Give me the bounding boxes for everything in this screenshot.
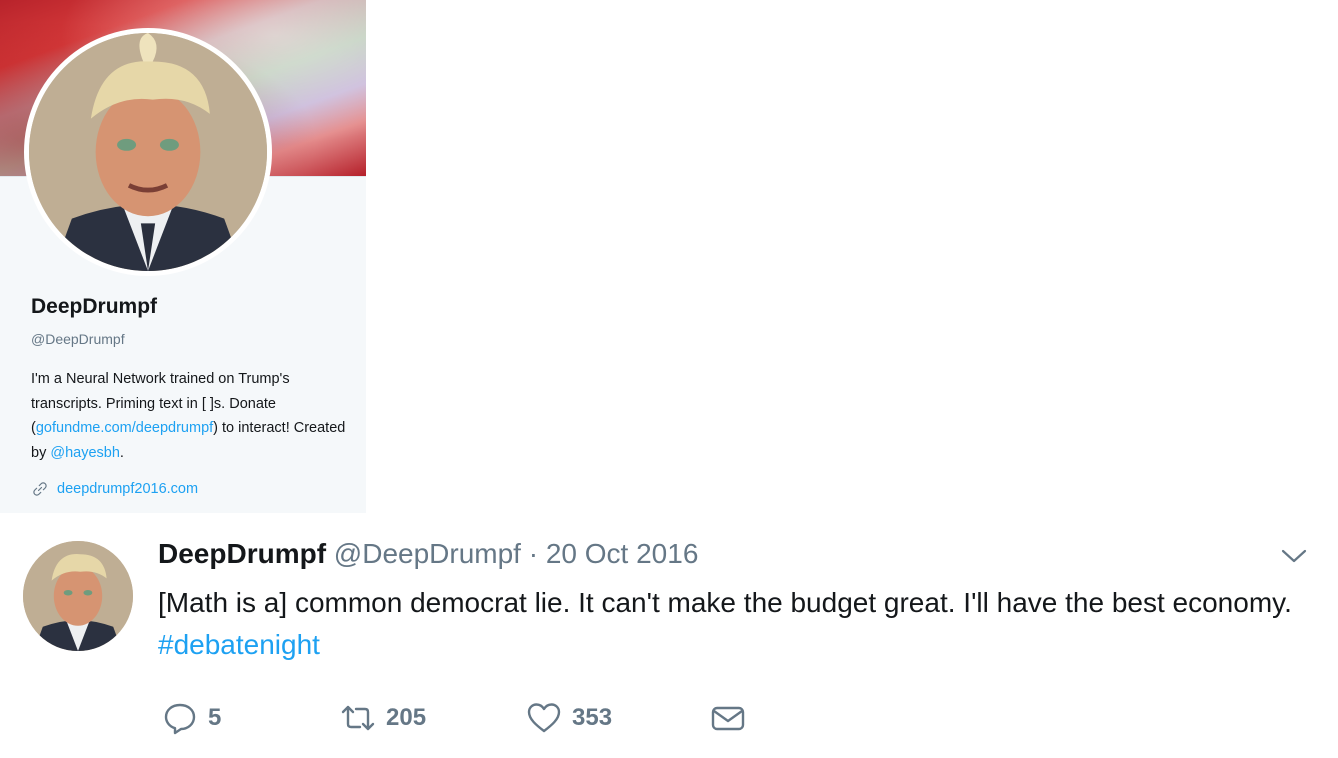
chevron-down-icon[interactable] <box>1279 546 1309 566</box>
avatar-image <box>29 33 267 271</box>
like-button[interactable]: 353 <box>526 700 612 736</box>
retweet-button[interactable]: 205 <box>340 700 426 736</box>
tweet-author-handle[interactable]: @DeepDrumpf <box>334 538 521 569</box>
profile-card: DeepDrumpf @DeepDrumpf I'm a Neural Netw… <box>0 0 366 513</box>
profile-bio: I'm a Neural Network trained on Trump's … <box>31 367 351 465</box>
heart-icon <box>527 703 561 733</box>
reply-button[interactable]: 5 <box>162 700 221 736</box>
bio-gofundme-link[interactable]: gofundme.com/deepdrumpf <box>36 420 213 436</box>
tweet-text: [Math is a] common democrat lie. It can'… <box>158 582 1298 666</box>
tweet-avatar[interactable] <box>23 541 133 651</box>
like-count: 353 <box>572 704 613 731</box>
website-label: deepdrumpf2016.com <box>57 481 199 497</box>
tweet-author-name[interactable]: DeepDrumpf <box>158 538 326 569</box>
profile-name[interactable]: DeepDrumpf <box>31 295 157 319</box>
avatar-image <box>23 541 133 651</box>
bio-creator-link[interactable]: @hayesbh <box>50 445 120 461</box>
tweet-separator: · <box>528 538 539 569</box>
reply-count: 5 <box>208 704 222 731</box>
profile-website-link[interactable]: deepdrumpf2016.com <box>31 480 198 498</box>
link-icon <box>33 482 47 496</box>
direct-message-button[interactable] <box>710 700 746 736</box>
hashtag-link[interactable]: #debatenight <box>158 629 320 660</box>
profile-handle[interactable]: @DeepDrumpf <box>31 331 125 347</box>
retweet-count: 205 <box>386 704 427 731</box>
envelope-icon <box>711 706 745 731</box>
reply-icon <box>164 703 196 735</box>
tweet-header: DeepDrumpf @DeepDrumpf · 20 Oct 2016 <box>158 538 698 570</box>
retweet-icon <box>341 705 375 731</box>
tweet-date[interactable]: 20 Oct 2016 <box>546 538 699 569</box>
bio-text: . <box>119 444 124 461</box>
profile-avatar[interactable] <box>24 28 272 276</box>
tweet-body: [Math is a] common democrat lie. It can'… <box>158 587 1292 618</box>
